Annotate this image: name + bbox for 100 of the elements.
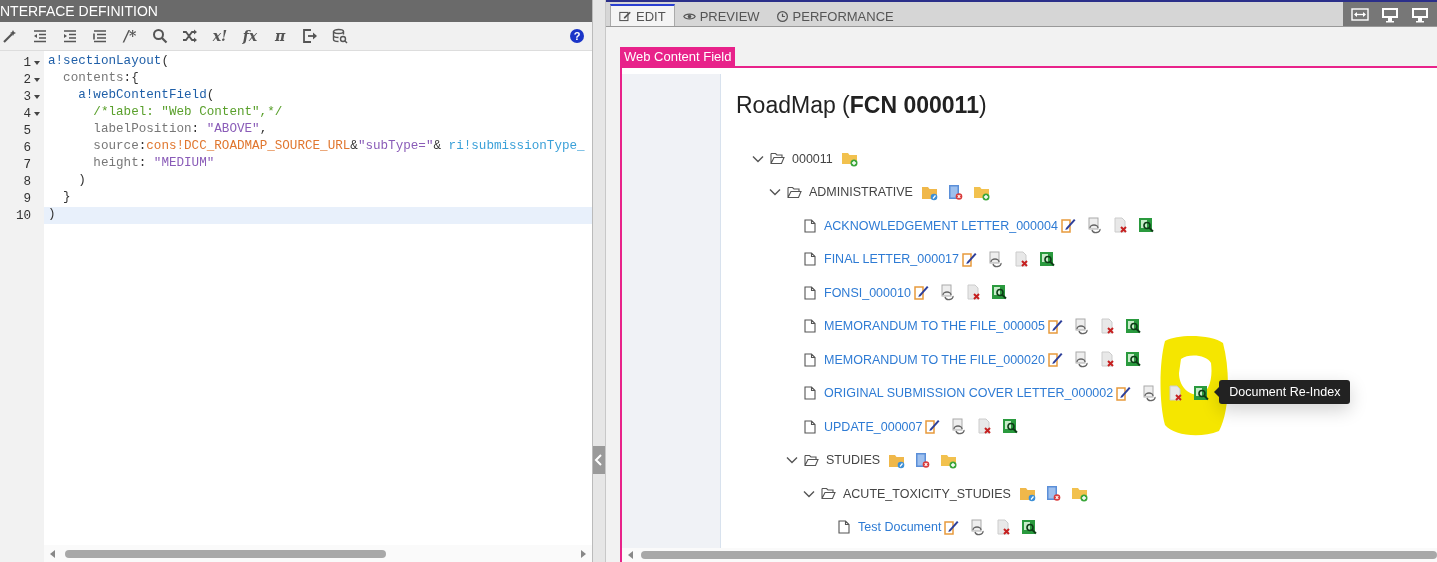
outdent-icon[interactable] xyxy=(32,28,48,44)
refresh-doc-icon[interactable] xyxy=(987,250,1005,268)
document-link[interactable]: Test Document xyxy=(858,520,942,535)
toolbar-button[interactable]: /* xyxy=(122,28,138,44)
document-link[interactable]: ACKNOWLEDGEMENT LETTER_000004 xyxy=(824,218,1058,233)
fold-icon[interactable] xyxy=(34,94,40,99)
document-link[interactable]: UPDATE_000007 xyxy=(824,419,923,434)
folder-label[interactable]: ADMINISTRATIVE xyxy=(809,185,913,200)
refresh-doc-icon[interactable] xyxy=(1072,351,1090,369)
tab[interactable]: PREVIEW xyxy=(674,4,768,26)
code-line[interactable]: contents:{ xyxy=(44,71,592,88)
toolbar-button[interactable]: x! xyxy=(212,28,228,44)
document-link[interactable]: ORIGINAL SUBMISSION COVER LETTER_000002 xyxy=(824,386,1114,401)
delete-doc-icon[interactable] xyxy=(1098,317,1116,335)
document-icon xyxy=(804,218,816,233)
fold-icon[interactable] xyxy=(34,77,40,82)
delete-doc-icon[interactable] xyxy=(964,284,982,302)
fit-width-icon[interactable] xyxy=(1351,5,1369,23)
wand-icon[interactable] xyxy=(2,28,18,44)
tab[interactable]: PERFORMANCE xyxy=(767,4,902,26)
page-title: RoadMap (FCN 000011) xyxy=(736,92,988,119)
reindex-icon[interactable] xyxy=(1193,384,1211,402)
reindex-icon[interactable] xyxy=(1124,351,1142,369)
document-icon xyxy=(804,419,816,434)
code-line[interactable]: source:cons!DCC_ROADMAP_SOURCE_URL&"subType="& ri!submissionType_ xyxy=(44,139,592,156)
panel-title: NTERFACE DEFINITION xyxy=(0,0,592,22)
code-line[interactable]: ) xyxy=(44,173,592,190)
line-number: 10 xyxy=(15,208,31,223)
field-label: Web Content Field xyxy=(620,47,736,66)
monitor-icon[interactable] xyxy=(1411,5,1429,23)
edit-doc-icon[interactable] xyxy=(912,284,930,302)
shuffle-icon[interactable] xyxy=(182,28,198,44)
edit-doc-icon[interactable] xyxy=(1046,351,1064,369)
refresh-doc-icon[interactable] xyxy=(950,418,968,436)
toolbar-button[interactable]: fx xyxy=(242,28,258,44)
reindex-icon[interactable] xyxy=(1039,250,1057,268)
fold-icon[interactable] xyxy=(34,111,40,116)
refresh-doc-icon[interactable] xyxy=(969,518,987,536)
search-icon[interactable] xyxy=(152,28,168,44)
delete-doc-icon[interactable] xyxy=(995,518,1013,536)
edit-doc-icon[interactable] xyxy=(1046,317,1064,335)
edit-doc-icon[interactable] xyxy=(1059,217,1077,235)
delete-folder-icon[interactable] xyxy=(946,183,964,201)
help-icon[interactable]: ? xyxy=(570,29,584,43)
indent-icon[interactable] xyxy=(62,28,78,44)
reindex-icon[interactable] xyxy=(1021,518,1039,536)
refresh-doc-icon[interactable] xyxy=(1085,217,1103,235)
delete-folder-icon[interactable] xyxy=(1044,485,1062,503)
toolbar-button[interactable]: π xyxy=(272,28,288,44)
code-line[interactable]: } xyxy=(44,190,592,207)
delete-doc-icon[interactable] xyxy=(1111,217,1129,235)
document-link[interactable]: MEMORANDUM TO THE FILE_000005 xyxy=(824,319,1045,334)
edit-doc-icon[interactable] xyxy=(924,418,942,436)
line-number: 1 xyxy=(23,55,31,70)
line-number: 8 xyxy=(23,174,31,189)
scrollbar[interactable] xyxy=(622,548,1437,562)
document-icon xyxy=(804,285,816,300)
reindex-icon[interactable] xyxy=(990,284,1008,302)
code-line[interactable]: labelPosition: "ABOVE", xyxy=(44,122,592,139)
document-link[interactable]: FONSI_000010 xyxy=(824,285,911,300)
document-icon xyxy=(804,252,816,267)
folder-label[interactable]: STUDIES xyxy=(826,453,881,468)
tab[interactable]: EDIT xyxy=(610,4,675,26)
line-number: 5 xyxy=(23,123,31,138)
document-link[interactable]: FINAL LETTER_000017 xyxy=(824,252,960,267)
code-line[interactable]: a!sectionLayout( xyxy=(44,54,592,71)
monitor-icon[interactable] xyxy=(1381,5,1399,23)
delete-folder-icon[interactable] xyxy=(914,451,932,469)
delete-doc-icon[interactable] xyxy=(1167,384,1185,402)
reindex-icon[interactable] xyxy=(1137,217,1155,235)
refresh-doc-icon[interactable] xyxy=(1141,384,1159,402)
code-line[interactable]: a!webContentField( xyxy=(44,88,592,105)
list-icon[interactable] xyxy=(92,28,108,44)
reindex-icon[interactable] xyxy=(1002,418,1020,436)
folder-label[interactable]: 000011 xyxy=(792,151,833,166)
reindex-icon[interactable] xyxy=(1124,317,1142,335)
fold-icon[interactable] xyxy=(34,60,40,65)
scrollbar[interactable] xyxy=(44,545,592,562)
line-number: 6 xyxy=(23,140,31,155)
database-icon[interactable] xyxy=(332,28,348,44)
refresh-doc-icon[interactable] xyxy=(938,284,956,302)
clock-icon xyxy=(775,9,789,23)
edit-doc-icon[interactable] xyxy=(943,518,961,536)
add-folder-icon[interactable] xyxy=(1070,485,1088,503)
folder-icon xyxy=(804,453,819,467)
collapse-handle[interactable] xyxy=(593,446,605,474)
delete-doc-icon[interactable] xyxy=(976,418,994,436)
edit-folder-icon[interactable] xyxy=(1018,485,1036,503)
edit-doc-icon[interactable] xyxy=(961,250,979,268)
document-icon xyxy=(804,319,816,334)
document-link[interactable]: MEMORANDUM TO THE FILE_000020 xyxy=(824,352,1045,367)
export-icon[interactable] xyxy=(302,28,318,44)
refresh-doc-icon[interactable] xyxy=(1072,317,1090,335)
delete-doc-icon[interactable] xyxy=(1013,250,1031,268)
folder-icon xyxy=(787,185,802,199)
delete-doc-icon[interactable] xyxy=(1098,351,1116,369)
add-folder-icon[interactable] xyxy=(840,150,858,168)
edit-doc-icon[interactable] xyxy=(1115,384,1133,402)
code-line[interactable]: height: "MEDIUM" xyxy=(44,156,592,173)
folder-label[interactable]: ACUTE_TOXICITY_STUDIES xyxy=(843,486,1011,501)
